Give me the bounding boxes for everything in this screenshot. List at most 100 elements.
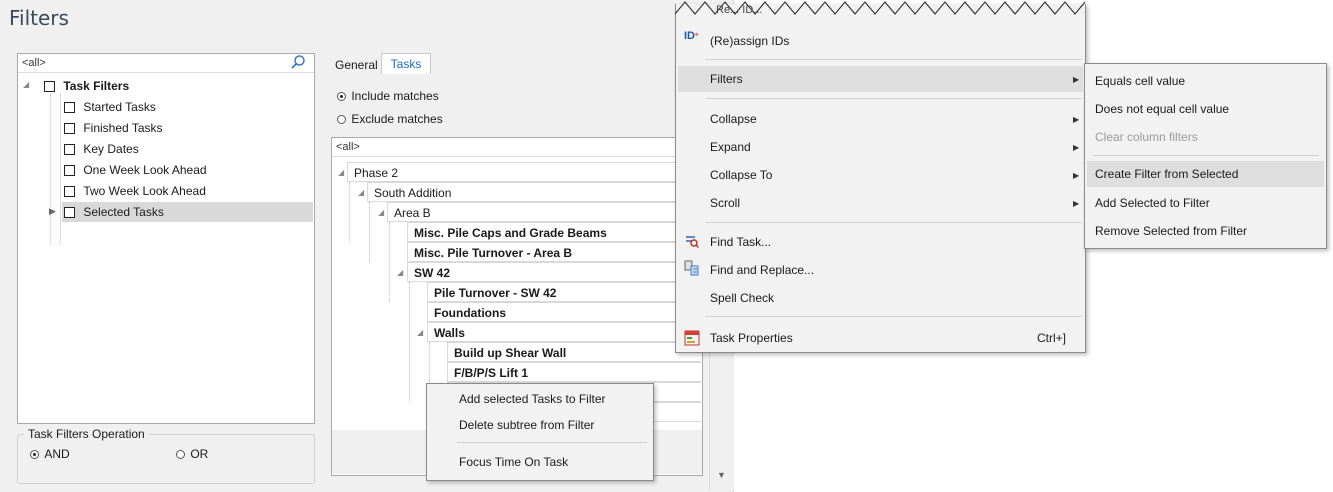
menu-item-partial: Re... ID...	[716, 4, 763, 16]
menu-item-add-selected-tasks[interactable]: Add selected Tasks to Filter	[459, 386, 606, 412]
task-row[interactable]: Pile Turnover - SW 42	[427, 282, 701, 302]
tree-item-label: Started Tasks	[83, 100, 156, 114]
radio-or[interactable]: OR	[176, 447, 208, 461]
task-label: Area B	[394, 206, 431, 220]
menu-item-not-equal-cell-value[interactable]: Does not equal cell value	[1095, 96, 1229, 122]
menu-item-task-properties[interactable]: Task Properties	[710, 325, 793, 351]
checkbox[interactable]	[64, 165, 75, 177]
menu-item-spell-check[interactable]: Spell Check	[710, 285, 774, 311]
checkbox[interactable]	[64, 102, 75, 114]
menu-item-label: Equals cell value	[1095, 74, 1186, 88]
menu-item-label: Spell Check	[710, 291, 775, 305]
tree-item-label: Finished Tasks	[83, 121, 163, 135]
menu-item-add-selected-to-filter[interactable]: Add Selected to Filter	[1095, 190, 1210, 216]
task-label: South Addition	[374, 186, 452, 200]
menu-item-collapse[interactable]: Collapse	[710, 106, 757, 132]
tree-item-selected-tasks[interactable]: Selected Tasks	[64, 202, 164, 222]
radio-or-label: OR	[190, 447, 209, 461]
filter-search-input[interactable]	[22, 56, 282, 70]
task-row[interactable]: Walls	[427, 322, 701, 342]
menu-item-create-filter-from-selected[interactable]: Create Filter from Selected	[1087, 161, 1324, 187]
checkbox[interactable]	[64, 207, 75, 219]
menu-item-label: Focus Time On Task	[459, 455, 569, 469]
task-row[interactable]: Area B	[387, 202, 701, 222]
menu-item-scroll[interactable]: Scroll	[710, 190, 740, 216]
task-label: Walls	[434, 326, 465, 340]
task-row[interactable]: Misc. Pile Turnover - Area B	[407, 242, 701, 262]
menu-item-delete-subtree[interactable]: Delete subtree from Filter	[459, 412, 594, 438]
task-filters-tree-panel: ◢ Task Filters Started Tasks Finished Ta…	[17, 53, 315, 424]
task-row[interactable]: Foundations	[427, 302, 701, 322]
task-row[interactable]: F/B/P/S Lift 1	[447, 362, 701, 382]
task-label: Pile Turnover - SW 42	[434, 286, 557, 300]
task-row[interactable]: South Addition	[367, 182, 701, 202]
expand-triangle-icon[interactable]: ▶	[49, 206, 56, 217]
radio-and-label: AND	[44, 447, 70, 461]
menu-item-label: Expand	[710, 140, 751, 154]
menu-item-label: Filters	[710, 72, 743, 86]
tree-item-label: One Week Look Ahead	[83, 163, 207, 177]
collapse-triangle-icon[interactable]: ◢	[23, 80, 29, 89]
tree-root-label: Task Filters	[63, 79, 130, 93]
checkbox[interactable]	[64, 144, 75, 156]
tree-item-two-week[interactable]: Two Week Look Ahead	[64, 181, 206, 201]
task-row[interactable]: SW 42	[407, 262, 701, 282]
submenu-arrow-icon: ▶	[1073, 171, 1080, 180]
tree-item-started-tasks[interactable]: Started Tasks	[64, 97, 156, 117]
window-title: Filters	[9, 6, 69, 30]
submenu-arrow-icon: ▶	[1073, 199, 1080, 208]
menu-item-focus-time[interactable]: Focus Time On Task	[459, 449, 568, 475]
menu-item-label: Scroll	[710, 196, 741, 210]
menu-item-find-replace[interactable]: Find and Replace...	[710, 257, 814, 283]
include-option[interactable]: Include matches	[337, 89, 439, 103]
task-row[interactable]: Misc. Pile Caps and Grade Beams	[407, 222, 701, 242]
checkbox[interactable]	[44, 81, 55, 93]
task-label: Phase 2	[354, 166, 399, 180]
radio-button[interactable]	[30, 450, 39, 460]
search-icon[interactable]	[290, 54, 306, 73]
menu-item-equals-cell-value[interactable]: Equals cell value	[1095, 68, 1185, 94]
radio-button[interactable]	[337, 92, 346, 102]
exclude-label: Exclude matches	[351, 112, 443, 126]
tab-tasks[interactable]: Tasks	[381, 53, 431, 74]
context-menu: Re... ID... ID° (Re)assign IDs Filters ▶…	[675, 1, 1086, 353]
checkbox[interactable]	[64, 123, 75, 135]
menu-item-label: Collapse To	[710, 168, 773, 182]
radio-button[interactable]	[176, 450, 185, 460]
radio-and[interactable]: AND	[30, 447, 70, 461]
menu-item-find-task[interactable]: Find Task...	[710, 229, 771, 255]
tree-item-label: Two Week Look Ahead	[83, 184, 206, 198]
task-filters-operation-group: Task Filters Operation AND OR	[17, 427, 315, 484]
tree-item-finished-tasks[interactable]: Finished Tasks	[64, 118, 163, 138]
menu-item-label: Delete subtree from Filter	[459, 418, 595, 432]
radio-button[interactable]	[337, 115, 346, 125]
task-row[interactable]: Phase 2	[347, 162, 701, 182]
menu-item-label: Find Task...	[710, 235, 772, 249]
checkbox[interactable]	[64, 186, 75, 198]
menu-item-reassign-ids[interactable]: (Re)assign IDs	[710, 28, 789, 54]
tree-root-task-filters[interactable]: Task Filters	[44, 76, 129, 96]
submenu-arrow-icon: ▶	[1073, 75, 1080, 84]
vertical-scrollbar[interactable]: ▼	[709, 340, 734, 490]
menu-item-clear-column-filters[interactable]: Clear column filters	[1095, 124, 1198, 150]
tree-item-label: Key Dates	[83, 142, 139, 156]
menu-item-collapse-to[interactable]: Collapse To	[710, 162, 772, 188]
scroll-down-arrow-icon[interactable]: ▼	[717, 470, 726, 480]
task-label: Build up Shear Wall	[454, 346, 567, 360]
menu-item-label: (Re)assign IDs	[710, 34, 790, 48]
task-row[interactable]: Build up Shear Wall	[447, 342, 701, 362]
menu-item-label: Add selected Tasks to Filter	[459, 392, 606, 406]
menu-item-filters[interactable]: Filters	[678, 66, 1083, 92]
task-search-input[interactable]	[336, 140, 676, 154]
task-label: Misc. Pile Turnover - Area B	[414, 246, 573, 260]
menu-item-remove-selected-from-filter[interactable]: Remove Selected from Filter	[1095, 218, 1247, 244]
task-label: SW 42	[414, 266, 451, 280]
find-replace-icon	[684, 260, 700, 279]
tab-tasks-label: Tasks	[390, 57, 422, 71]
menu-item-expand[interactable]: Expand	[710, 134, 751, 160]
tree-item-one-week[interactable]: One Week Look Ahead	[64, 160, 207, 180]
menu-item-label: Add Selected to Filter	[1095, 196, 1210, 210]
exclude-option[interactable]: Exclude matches	[337, 112, 443, 126]
tab-general[interactable]: General	[335, 58, 378, 72]
tree-item-key-dates[interactable]: Key Dates	[64, 139, 139, 159]
